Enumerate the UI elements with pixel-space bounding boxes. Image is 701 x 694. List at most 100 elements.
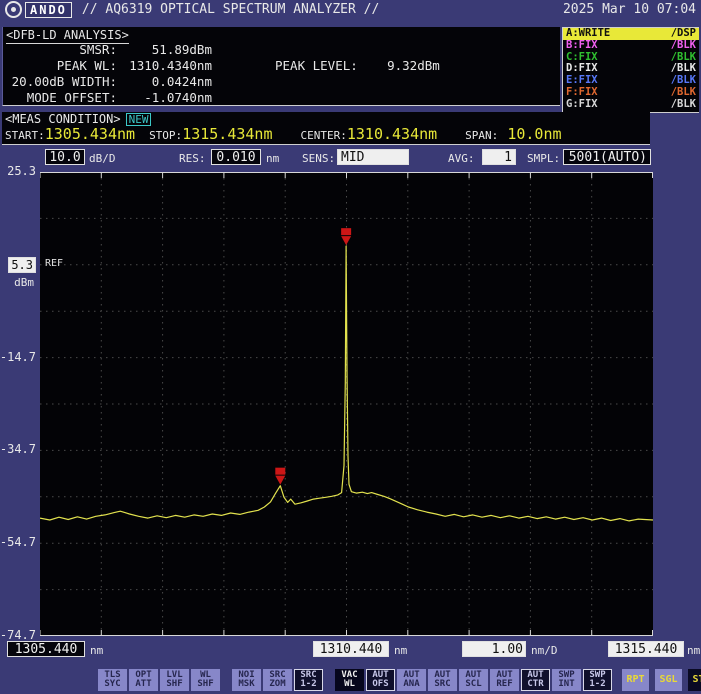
ref-level-field[interactable]: 5.3 (8, 257, 36, 273)
softkey-label: RPT (626, 675, 644, 685)
softkey-wl-shf[interactable]: WLSHF (191, 669, 220, 691)
level-scale-field[interactable]: 10.0 (45, 149, 85, 165)
meas-field-value[interactable]: 1305.434nm (45, 125, 135, 143)
softkey-swp-1-2[interactable]: SWP1-2 (583, 669, 612, 691)
analysis-value: 1310.4340nm (117, 58, 212, 73)
meas-fields: START:1305.434nm STOP:1315.434nm CENTER:13… (5, 125, 592, 143)
trace-name: B:FIX (566, 40, 598, 52)
softkey-lvl-shf[interactable]: LVLSHF (160, 669, 189, 691)
scale-per-div-unit: nm/D (531, 644, 558, 657)
sampling-label: SMPL: (527, 152, 560, 165)
softkey-label: MSK (238, 680, 254, 690)
center-wavelength-field[interactable]: 1310.440 (313, 641, 389, 657)
clock: 2025 Mar 10 07:04 (563, 2, 696, 17)
meas-field-label: CENTER: (301, 129, 347, 142)
analysis-value: 51.89dBm (117, 42, 212, 57)
softkey-label: ANA (403, 680, 419, 690)
resolution-field[interactable]: 0.010 (211, 149, 261, 165)
softkey-label: 1-2 (589, 680, 605, 690)
softkey-label: SHF (197, 680, 213, 690)
trace-row[interactable]: F:FIX/BLK (563, 87, 699, 99)
softkey-tls-syc[interactable]: TLSSYC (98, 669, 127, 691)
ref-line-label: REF (45, 258, 63, 269)
softkey-src-zom[interactable]: SRCZOM (263, 669, 292, 691)
new-badge: NEW (126, 113, 152, 126)
y-tick-label: -54.7 (0, 535, 36, 549)
analysis-rows: SMSR:51.89dBmPEAK WL:1310.4340nm20.00dB … (3, 41, 212, 105)
meas-condition-panel: <MEAS CONDITION> NEW START:1305.434nm STO… (2, 112, 650, 145)
sensitivity-field[interactable]: MID (337, 149, 409, 165)
meas-field-value[interactable]: 1310.434nm (347, 125, 437, 143)
softkey-src-1-2[interactable]: SRC1-2 (294, 669, 323, 691)
averaging-field[interactable]: 1 (482, 149, 516, 165)
meas-field-label: START: (5, 129, 45, 142)
stop-wavelength-field[interactable]: 1315.440 (608, 641, 684, 657)
analysis-label: 20.00dB WIDTH: (3, 74, 117, 89)
softkey-aut-scl[interactable]: AUTSCL (459, 669, 488, 691)
scale-per-div-field[interactable]: 1.00 (462, 641, 526, 657)
softkey-label: SYC (104, 680, 120, 690)
trace-row[interactable]: B:FIX/BLK (563, 40, 699, 52)
softkey-aut-ofs[interactable]: AUTOFS (366, 669, 395, 691)
softkey-label: INT (558, 680, 574, 690)
meas-field-label: SPAN: (465, 129, 498, 142)
y-tick-label: 25.3 (7, 164, 36, 178)
analysis-row: SMSR:51.89dBm (3, 41, 212, 57)
softkey-label: REF (496, 680, 512, 690)
softkey-label: CTR (527, 680, 543, 690)
sensitivity-label: SENS: (302, 152, 335, 165)
settings-row: 10.0 dB/D RES: 0.010 nm SENS: MID AVG: 1… (0, 147, 701, 171)
softkey-label: SHF (166, 680, 182, 690)
softkey-rpt[interactable]: RPT (622, 669, 649, 691)
softkey-aut-ref[interactable]: AUTREF (490, 669, 519, 691)
meas-field-value[interactable]: 1315.434nm (182, 125, 272, 143)
softkey-label: SCL (465, 680, 481, 690)
averaging-label: AVG: (448, 152, 475, 165)
y-axis-unit: dBm (14, 276, 34, 289)
trace-mode: /BLK (671, 99, 696, 111)
meas-condition-header: <MEAS CONDITION> (5, 112, 121, 126)
softkey-label: 1-2 (300, 680, 316, 690)
x-axis-row: 1305.440 nm 1310.440 nm 1.00 nm/D 1315.4… (0, 639, 701, 665)
softkey-aut-ctr[interactable]: AUTCTR (521, 669, 550, 691)
softkey-stp[interactable]: STP (688, 669, 701, 691)
ando-logo: ANDO (25, 2, 72, 18)
softkey-noi-msk[interactable]: NOIMSK (232, 669, 261, 691)
analysis-value: -1.0740nm (117, 90, 212, 105)
softkey-swp-int[interactable]: SWPINT (552, 669, 581, 691)
trace-mode: /BLK (671, 87, 696, 99)
trace-name: G:FIX (566, 99, 598, 111)
peak-level-label: PEAK LEVEL: (275, 58, 358, 73)
peak-level-row: PEAK LEVEL: 9.32dBm (275, 58, 440, 73)
start-wavelength-unit: nm (90, 644, 103, 657)
y-tick-label: -14.7 (0, 350, 36, 364)
softkey-label: OFS (372, 680, 388, 690)
analysis-row: 20.00dB WIDTH:0.0424nm (3, 73, 212, 89)
trace-row[interactable]: G:FIX/BLK (563, 99, 699, 111)
page-title: // AQ6319 OPTICAL SPECTRUM ANALYZER // (82, 2, 379, 17)
sampling-field[interactable]: 5001(AUTO) (563, 149, 651, 165)
trace-name: F:FIX (566, 87, 598, 99)
stop-wavelength-unit: nm (687, 644, 700, 657)
softkey-toolbar: TLSSYCOPTATTLVLSHFWLSHF NOIMSKSRCZOMSRC1-… (98, 668, 701, 692)
dfb-ld-analysis-panel: <DFB-LD ANALYSIS> SMSR:51.89dBmPEAK WL:1… (2, 27, 560, 106)
level-scale-unit: dB/D (89, 152, 116, 165)
softkey-aut-ana[interactable]: AUTANA (397, 669, 426, 691)
softkey-label: STP (692, 675, 701, 685)
meas-field-value[interactable]: 10.0nm (498, 125, 561, 143)
start-wavelength-field[interactable]: 1305.440 (7, 641, 85, 657)
softkey-sgl[interactable]: SGL (655, 669, 682, 691)
meas-field-label: STOP: (149, 129, 182, 142)
softkey-aut-src[interactable]: AUTSRC (428, 669, 457, 691)
resolution-label: RES: (179, 152, 206, 165)
trace-status-panel: A:WRITE/DSPB:FIX/BLKC:FIX/BLKD:FIX/BLKE:… (562, 27, 699, 113)
analysis-row: MODE OFFSET:-1.0740nm (3, 89, 212, 105)
peak-level-value: 9.32dBm (358, 58, 440, 73)
side-mode-marker-icon (275, 468, 285, 485)
softkey-vac-wl[interactable]: VACWL (335, 669, 364, 691)
analysis-value: 0.0424nm (117, 74, 212, 89)
y-axis-labels: 25.35.3dBm-14.7-34.7-54.7-74.7 (0, 172, 38, 636)
softkey-opt-att[interactable]: OPTATT (129, 669, 158, 691)
center-wavelength-unit: nm (394, 644, 407, 657)
softkey-label: ATT (135, 680, 151, 690)
